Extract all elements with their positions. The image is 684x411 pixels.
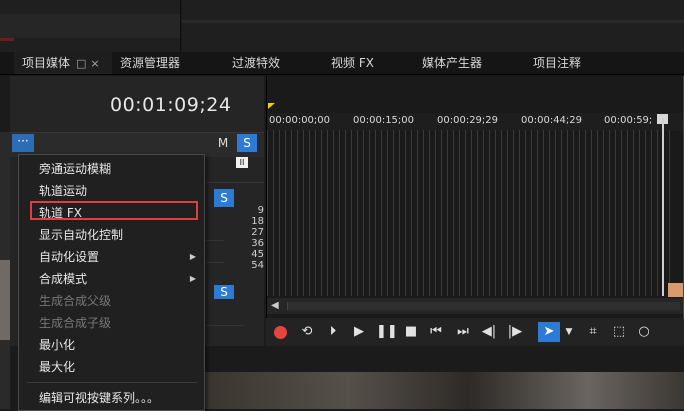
close-icon[interactable]: × bbox=[90, 53, 99, 75]
tab-project-media[interactable]: 项目媒体 □ × bbox=[14, 52, 112, 74]
level-tick: 27 bbox=[251, 227, 264, 238]
solo-button-2[interactable]: S bbox=[214, 189, 234, 207]
menu-item-label: 轨道运动 bbox=[39, 184, 88, 198]
maximize-icon[interactable]: □ bbox=[76, 53, 86, 75]
ruler-label: 00:00:29;29 bbox=[437, 115, 499, 126]
timeline-grid[interactable] bbox=[267, 130, 671, 296]
level-scale: 9 18 27 36 45 54 bbox=[242, 205, 264, 271]
go-to-start-icon[interactable]: ⏮ bbox=[427, 322, 445, 342]
menu-item-label: 合成模式 bbox=[39, 272, 88, 286]
menu-item-make-compositing-child: 生成合成子级 bbox=[19, 312, 204, 334]
slider-line-3 bbox=[200, 325, 244, 326]
tab-video-fx[interactable]: 视频 FX bbox=[331, 52, 374, 74]
level-tick: 18 bbox=[251, 216, 264, 227]
submenu-arrow-icon: ▶ bbox=[189, 274, 196, 283]
play-icon[interactable]: ▶ bbox=[350, 322, 368, 342]
tab-explorer[interactable]: 资源管理器 bbox=[120, 52, 180, 74]
menu-separator bbox=[27, 382, 197, 383]
menu-item-label: 生成合成子级 bbox=[39, 316, 112, 330]
menu-item-label: 编辑可视按键系列。。。 bbox=[39, 391, 160, 405]
menu-item-maximize[interactable]: 最大化 bbox=[19, 356, 204, 378]
level-tick: 9 bbox=[257, 205, 264, 216]
left-edge-thumbnail bbox=[0, 260, 10, 340]
envelope-tool-icon[interactable]: ⌗ bbox=[584, 322, 602, 342]
level-tick: 36 bbox=[251, 238, 264, 249]
tab-media-generators[interactable]: 媒体产生器 bbox=[422, 52, 482, 74]
menu-item-bypass-motion-blur[interactable]: 旁通运动模糊 bbox=[19, 158, 204, 180]
top-right-panel bbox=[182, 0, 684, 52]
tab-project-notes[interactable]: 项目注释 bbox=[533, 52, 581, 74]
stop-icon[interactable]: ■ bbox=[402, 322, 420, 342]
video-preview bbox=[204, 372, 684, 409]
loop-icon[interactable]: ⟲ bbox=[298, 322, 316, 342]
menu-item-track-fx[interactable]: 轨道 FX bbox=[19, 201, 204, 224]
menu-item-make-compositing-parent: 生成合成父级 bbox=[19, 290, 204, 312]
selection-box-icon[interactable]: ⬚ bbox=[610, 322, 628, 342]
playhead-line[interactable] bbox=[662, 118, 664, 296]
zoom-icon[interactable]: ○ bbox=[635, 322, 653, 342]
level-tick: 45 bbox=[251, 249, 264, 260]
menu-item-label: 轨道 FX bbox=[39, 206, 82, 220]
solo-button[interactable]: S bbox=[237, 134, 257, 152]
menu-item-automation-settings[interactable]: 自动化设置 ▶ bbox=[19, 246, 204, 268]
horizontal-scrollbar[interactable]: ◀ bbox=[267, 298, 684, 314]
play-from-start-icon[interactable]: ⏵ bbox=[324, 322, 342, 342]
pause-icon[interactable]: ❚❚ bbox=[376, 322, 398, 342]
top-left-band bbox=[0, 14, 180, 38]
record-icon[interactable] bbox=[274, 326, 287, 339]
pause-indicator-icon: II bbox=[236, 157, 248, 168]
level-tick: 54 bbox=[251, 260, 264, 271]
ruler-label: 00:00:15;00 bbox=[353, 115, 415, 126]
top-right-band bbox=[182, 20, 684, 23]
next-frame-icon[interactable]: |▶ bbox=[506, 322, 524, 342]
tab-transitions[interactable]: 过渡特效 bbox=[232, 52, 280, 74]
scrollbar-thumb[interactable] bbox=[287, 302, 680, 310]
solo-button-3[interactable]: S bbox=[214, 285, 234, 299]
submenu-arrow-icon: ▶ bbox=[189, 252, 196, 261]
menu-item-label: 旁通运动模糊 bbox=[39, 162, 112, 176]
select-tool-icon[interactable]: ➤ bbox=[538, 322, 560, 342]
ruler-label: 00:00:00;00 bbox=[269, 115, 331, 126]
docking-tab-bar: 项目媒体 □ × 资源管理器 过渡特效 视频 FX 媒体产生器 项目注释 bbox=[0, 52, 684, 75]
top-left-panel bbox=[0, 0, 181, 52]
track-menu-button[interactable]: ··· bbox=[12, 134, 34, 152]
timecode-display: 00:01:09;24 bbox=[110, 94, 232, 116]
video-clip[interactable] bbox=[668, 283, 684, 297]
menu-item-label: 显示自动化控制 bbox=[39, 228, 124, 242]
menu-item-compositing-mode[interactable]: 合成模式 ▶ bbox=[19, 268, 204, 290]
tab-label: 项目媒体 bbox=[22, 56, 71, 70]
menu-item-minimize[interactable]: 最小化 bbox=[19, 334, 204, 356]
menu-item-label: 生成合成父级 bbox=[39, 294, 112, 308]
menu-item-track-motion[interactable]: 轨道运动 bbox=[19, 180, 204, 202]
track-context-menu: 旁通运动模糊 轨道运动 轨道 FX 显示自动化控制 自动化设置 ▶ 合成模式 ▶ 生… bbox=[18, 154, 205, 411]
ruler-label: 00:00:59; bbox=[604, 115, 653, 126]
track-separator bbox=[200, 182, 264, 183]
menu-item-edit-visual-key-series[interactable]: 编辑可视按键系列。。。 bbox=[19, 387, 204, 409]
menu-item-label: 自动化设置 bbox=[39, 250, 100, 264]
scroll-left-icon[interactable]: ◀ bbox=[271, 300, 279, 311]
mute-button[interactable]: M bbox=[213, 134, 233, 152]
go-to-end-icon[interactable]: ⏭ bbox=[454, 322, 472, 342]
in-point-marker-icon[interactable] bbox=[268, 103, 275, 109]
dropdown-icon[interactable]: ▼ bbox=[563, 322, 575, 342]
ruler-label: 00:00:44;29 bbox=[521, 115, 583, 126]
menu-item-label: 最小化 bbox=[39, 338, 76, 352]
top-left-accent bbox=[0, 38, 14, 41]
menu-item-label: 最大化 bbox=[39, 360, 76, 374]
prev-frame-icon[interactable]: ◀| bbox=[480, 322, 498, 342]
menu-item-show-automation[interactable]: 显示自动化控制 bbox=[19, 224, 204, 246]
bottom-left-gap bbox=[10, 346, 18, 409]
